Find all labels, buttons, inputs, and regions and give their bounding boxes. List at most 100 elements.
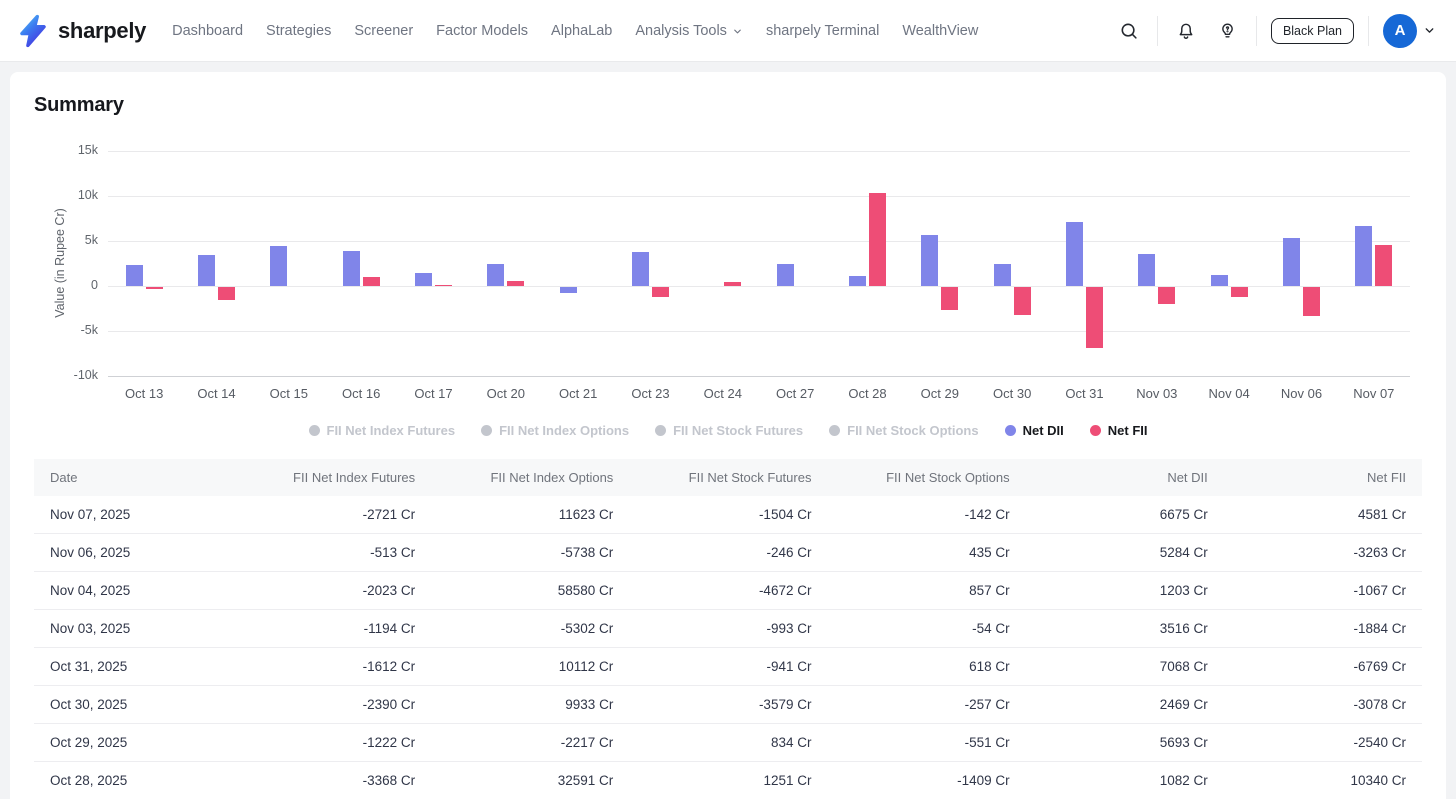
x-axis-label: Oct 15	[253, 386, 325, 401]
legend-item-fii-net-stock-options[interactable]: FII Net Stock Options	[829, 423, 978, 438]
nav-item-alphalab[interactable]: AlphaLab	[551, 23, 612, 39]
value-cell: -2023 Cr	[233, 572, 431, 610]
avatar[interactable]: A	[1383, 14, 1417, 48]
legend-item-fii-net-index-futures[interactable]: FII Net Index Futures	[309, 423, 456, 438]
gridline	[108, 241, 1410, 242]
bar-net-dii	[1211, 275, 1228, 286]
bar-net-fii	[869, 193, 886, 286]
value-cell: 5693 Cr	[1026, 724, 1224, 762]
x-axis-label: Nov 06	[1266, 386, 1338, 401]
x-axis-label: Oct 21	[542, 386, 614, 401]
table-row: Nov 04, 2025-2023 Cr58580 Cr-4672 Cr857 …	[34, 572, 1422, 610]
search-icon[interactable]	[1115, 17, 1143, 45]
legend-dot-icon	[829, 425, 840, 436]
value-cell: -1884 Cr	[1224, 610, 1422, 648]
x-axis-label: Nov 04	[1193, 386, 1265, 401]
value-cell: 6675 Cr	[1026, 496, 1224, 534]
y-axis-title: Value (in Rupee Cr)	[53, 208, 67, 318]
divider	[1256, 16, 1257, 46]
value-cell: -4672 Cr	[629, 572, 827, 610]
y-tick-label: 0	[34, 278, 98, 292]
plan-badge-button[interactable]: Black Plan	[1271, 18, 1354, 44]
bar-net-fii	[1086, 287, 1103, 348]
ideas-bulb-icon[interactable]	[1214, 17, 1242, 45]
table-row: Oct 28, 2025-3368 Cr32591 Cr1251 Cr-1409…	[34, 762, 1422, 799]
bar-net-dii	[560, 287, 577, 293]
table-header: DateFII Net Index FuturesFII Net Index O…	[34, 459, 1422, 496]
value-cell: -3579 Cr	[629, 686, 827, 724]
summary-card: Summary Value (in Rupee Cr) 15k10k5k0-5k…	[10, 72, 1446, 799]
notifications-bell-icon[interactable]	[1172, 17, 1200, 45]
date-cell: Oct 31, 2025	[34, 648, 233, 686]
table-row: Oct 31, 2025-1612 Cr10112 Cr-941 Cr618 C…	[34, 648, 1422, 686]
column-header: Date	[34, 459, 233, 496]
value-cell: -3368 Cr	[233, 762, 431, 799]
bar-net-dii	[849, 276, 866, 286]
x-axis-label: Oct 28	[832, 386, 904, 401]
x-axis-label: Oct 31	[1049, 386, 1121, 401]
legend-item-fii-net-stock-futures[interactable]: FII Net Stock Futures	[655, 423, 803, 438]
page-title: Summary	[34, 94, 1422, 117]
value-cell: -5302 Cr	[431, 610, 629, 648]
bar-net-dii	[1066, 222, 1083, 286]
nav-item-label: Screener	[354, 23, 413, 39]
date-cell: Oct 29, 2025	[34, 724, 233, 762]
column-header: FII Net Stock Futures	[629, 459, 827, 496]
x-axis-label: Oct 30	[976, 386, 1048, 401]
gridline	[108, 331, 1410, 332]
value-cell: 834 Cr	[629, 724, 827, 762]
legend-item-net-dii[interactable]: Net DII	[1005, 423, 1064, 438]
gridline	[108, 376, 1410, 377]
legend-label: FII Net Stock Options	[847, 423, 978, 438]
bar-net-dii	[777, 264, 794, 286]
value-cell: 10112 Cr	[431, 648, 629, 686]
y-tick-label: 15k	[34, 143, 98, 157]
value-cell: -3263 Cr	[1224, 534, 1422, 572]
nav-item-factor-models[interactable]: Factor Models	[436, 23, 528, 39]
column-header: FII Net Stock Options	[827, 459, 1025, 496]
nav-item-wealthview[interactable]: WealthView	[902, 23, 978, 39]
brand[interactable]: sharpely	[16, 14, 146, 48]
bar-net-dii	[198, 255, 215, 287]
value-cell: 435 Cr	[827, 534, 1025, 572]
nav-item-strategies[interactable]: Strategies	[266, 23, 331, 39]
nav-item-sharpely-terminal[interactable]: sharpely Terminal	[766, 23, 879, 39]
legend-item-fii-net-index-options[interactable]: FII Net Index Options	[481, 423, 629, 438]
nav-item-label: WealthView	[902, 23, 978, 39]
nav-item-analysis-tools[interactable]: Analysis Tools	[635, 23, 743, 39]
value-cell: -246 Cr	[629, 534, 827, 572]
value-cell: -5738 Cr	[431, 534, 629, 572]
legend-item-net-fii[interactable]: Net FII	[1090, 423, 1148, 438]
nav-item-dashboard[interactable]: Dashboard	[172, 23, 243, 39]
gridline	[108, 196, 1410, 197]
x-axis-label: Oct 16	[325, 386, 397, 401]
account-menu[interactable]: A	[1383, 14, 1436, 48]
bar-net-fii	[1231, 287, 1248, 297]
fii-dii-data-table: DateFII Net Index FuturesFII Net Index O…	[34, 459, 1422, 799]
value-cell: 1203 Cr	[1026, 572, 1224, 610]
value-cell: -6769 Cr	[1224, 648, 1422, 686]
value-cell: -2721 Cr	[233, 496, 431, 534]
value-cell: -142 Cr	[827, 496, 1025, 534]
value-cell: 4581 Cr	[1224, 496, 1422, 534]
legend-label: Net DII	[1023, 423, 1064, 438]
x-axis-label: Nov 07	[1338, 386, 1410, 401]
value-cell: -54 Cr	[827, 610, 1025, 648]
value-cell: 7068 Cr	[1026, 648, 1224, 686]
legend-dot-icon	[1005, 425, 1016, 436]
table-row: Nov 07, 2025-2721 Cr11623 Cr-1504 Cr-142…	[34, 496, 1422, 534]
nav-item-label: Analysis Tools	[635, 23, 727, 39]
value-cell: -1612 Cr	[233, 648, 431, 686]
date-cell: Nov 03, 2025	[34, 610, 233, 648]
date-cell: Nov 07, 2025	[34, 496, 233, 534]
chart-legend: FII Net Index Futures FII Net Index Optio…	[34, 421, 1422, 439]
table-row: Nov 06, 2025-513 Cr-5738 Cr-246 Cr435 Cr…	[34, 534, 1422, 572]
bar-net-dii	[415, 273, 432, 287]
y-tick-label: -5k	[34, 323, 98, 337]
x-axis-label: Oct 27	[759, 386, 831, 401]
value-cell: -2390 Cr	[233, 686, 431, 724]
nav-item-screener[interactable]: Screener	[354, 23, 413, 39]
bar-net-fii	[218, 287, 235, 300]
top-navigation-bar: sharpely Dashboard Strategies Screener Fact…	[0, 0, 1456, 62]
value-cell: 857 Cr	[827, 572, 1025, 610]
